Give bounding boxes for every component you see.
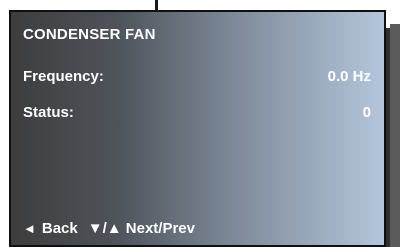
back-arrow-icon: ◄ xyxy=(23,221,36,236)
display-stage: CONDENSER FAN Frequency: 0.0 Hz Status: … xyxy=(0,0,400,247)
right-bezel xyxy=(390,24,400,247)
screen-title: CONDENSER FAN xyxy=(23,26,156,43)
frequency-label: Frequency: xyxy=(23,68,104,85)
next-prev-label: Next/Prev xyxy=(125,220,195,237)
status-label: Status: xyxy=(23,104,74,121)
status-value: 0 xyxy=(362,104,371,121)
footer-nav: ◄ Back ▼/▲ Next/Prev xyxy=(23,220,195,237)
condenser-fan-panel: CONDENSER FAN Frequency: 0.0 Hz Status: … xyxy=(9,10,386,247)
up-down-arrows-icon: ▼/▲ xyxy=(87,220,122,237)
next-prev-button[interactable]: ▼/▲ Next/Prev xyxy=(88,220,195,237)
back-button[interactable]: ◄ Back xyxy=(23,220,78,237)
right-bezel-edge xyxy=(386,28,390,247)
frequency-value: 0.0 Hz xyxy=(327,68,371,85)
back-label: Back xyxy=(41,220,78,237)
